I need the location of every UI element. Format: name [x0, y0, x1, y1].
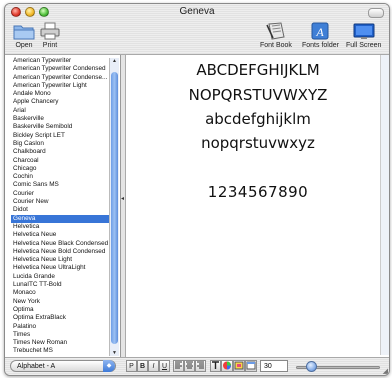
font-list-item[interactable]: Times New Roman — [11, 339, 110, 347]
toolbar-toggle-button[interactable] — [368, 8, 384, 18]
font-list-panel: American Typewriter American Typewriter C… — [5, 55, 121, 357]
font-list-item[interactable]: Trebuchet MS — [11, 347, 110, 355]
font-list-item[interactable]: Monaco — [11, 289, 110, 297]
align-left-button[interactable] — [173, 360, 184, 372]
font-list-item[interactable]: LunaITC TT-Bold — [11, 281, 110, 289]
font-list-scroll-thumb[interactable] — [111, 72, 118, 344]
font-list-item[interactable]: Optima ExtraBlack — [11, 314, 110, 322]
font-list-item[interactable]: Helvetica — [11, 223, 110, 231]
text-color-button[interactable] — [221, 360, 233, 372]
svg-text:A: A — [316, 25, 325, 39]
font-list-item[interactable]: Didot — [11, 206, 110, 214]
preview-scrollbar[interactable] — [380, 55, 389, 355]
font-list-item[interactable]: Baskerville — [11, 115, 110, 123]
font-book-button[interactable]: Font Book — [260, 22, 292, 49]
font-list-item[interactable]: Charcoal — [11, 157, 110, 165]
font-list-scrollbar[interactable]: ▲ ▼ — [109, 58, 119, 356]
align-center-icon — [186, 361, 193, 369]
bottom-bar: Alphabet - A ◆ P B I U 30 ◢ — [5, 357, 389, 375]
sort-popup[interactable]: Alphabet - A ◆ — [10, 360, 116, 372]
scroll-down-icon[interactable]: ▼ — [111, 350, 118, 356]
font-list-item[interactable]: Helvetica Neue Black Condensed — [11, 240, 110, 248]
font-list-item[interactable]: Chicago — [11, 165, 110, 173]
preview-uppercase-2: NOPQRSTUVWXYZ — [188, 86, 328, 104]
font-list-item[interactable]: Courier New — [11, 198, 110, 206]
folder-icon — [13, 25, 35, 40]
font-list-item[interactable]: Times — [11, 331, 110, 339]
font-list-item[interactable]: Chalkboard — [11, 148, 110, 156]
fonts-folder-label: Fonts folder — [302, 42, 339, 49]
print-button[interactable]: Print — [39, 22, 61, 49]
italic-button[interactable]: I — [148, 360, 159, 372]
background-color-button[interactable] — [233, 360, 245, 372]
font-list-item[interactable]: Bickley Script LET — [11, 132, 110, 140]
align-left-icon — [175, 361, 182, 369]
font-list-item[interactable]: Cochin — [11, 173, 110, 181]
font-book-label: Font Book — [260, 42, 292, 49]
font-list-item[interactable]: Andale Mono — [11, 90, 110, 98]
font-list-item[interactable]: Helvetica Neue Light — [11, 256, 110, 264]
preview-digits: 1234567890 — [207, 183, 309, 201]
font-list-item[interactable]: Palatino — [11, 323, 110, 331]
preview-uppercase-1: ABCDEFGHIJKLM — [196, 61, 320, 79]
preview-mode-button[interactable] — [245, 360, 257, 372]
underline-button[interactable]: U — [159, 360, 170, 372]
font-list-item[interactable]: American Typewriter — [11, 57, 110, 65]
font-list-item[interactable]: Optima — [11, 306, 110, 314]
preview-lowercase-2: nopqrstuvwxyz — [201, 134, 315, 152]
font-list-item[interactable]: New York — [11, 298, 110, 306]
font-list-item[interactable]: Helvetica Neue Bold Condensed — [11, 248, 110, 256]
font-preview: ABCDEFGHIJKLM NOPQRSTUVWXYZ abcdefghijkl… — [125, 55, 389, 357]
font-list-item[interactable]: American Typewriter Condensed — [11, 65, 110, 73]
open-label: Open — [15, 42, 33, 49]
align-right-button[interactable] — [195, 360, 206, 372]
preview-lowercase-1: abcdefghijklm — [205, 110, 311, 128]
font-list-item[interactable]: Comic Sans MS — [11, 181, 110, 189]
align-center-button[interactable] — [184, 360, 195, 372]
font-list-item[interactable]: Helvetica Neue — [11, 231, 110, 239]
full-screen-icon — [353, 23, 375, 39]
full-screen-label: Full Screen — [346, 42, 382, 49]
font-list-item[interactable]: Geneva — [11, 214, 110, 223]
font-list-item[interactable]: American Typewriter Light — [11, 82, 110, 90]
font-book-icon — [266, 22, 285, 40]
text-tool-icon — [212, 361, 219, 369]
font-list-item[interactable]: Apple Chancery — [11, 98, 110, 106]
text-tool-button[interactable] — [210, 360, 221, 372]
bold-button[interactable]: B — [137, 360, 148, 372]
font-list-item[interactable]: American Typewriter Condense... — [11, 74, 110, 82]
font-list-item[interactable]: Arial — [11, 107, 110, 115]
app-window: Geneva Open Print Font Book A Fonts fold… — [4, 3, 390, 376]
sort-popup-value: Alphabet - A — [17, 363, 56, 370]
font-size-slider-knob[interactable] — [306, 361, 318, 372]
printer-icon — [40, 22, 60, 40]
font-list[interactable]: American Typewriter American Typewriter C… — [11, 57, 110, 356]
font-list-item[interactable]: Lucida Grande — [11, 273, 110, 281]
print-label: Print — [42, 42, 58, 49]
font-size-field[interactable]: 30 — [260, 360, 288, 372]
full-screen-button[interactable]: Full Screen — [346, 22, 381, 49]
font-list-item[interactable]: Courier — [11, 190, 110, 198]
color-swatch-icon — [234, 361, 244, 370]
fonts-folder-button[interactable]: A Fonts folder — [302, 22, 339, 49]
font-list-item[interactable]: Big Caslon — [11, 140, 110, 148]
plain-button[interactable]: P — [126, 360, 137, 372]
color-wheel-icon — [223, 361, 231, 370]
toolbar: Geneva Open Print Font Book A Fonts fold… — [5, 4, 389, 55]
popup-arrows-icon: ◆ — [103, 360, 115, 372]
window-title: Geneva — [179, 6, 215, 17]
align-right-icon — [197, 361, 204, 369]
font-list-item[interactable]: Baskerville Semibold — [11, 123, 110, 131]
resize-grip-icon[interactable]: ◢ — [383, 367, 388, 375]
window-icon — [246, 361, 256, 370]
open-button[interactable]: Open — [13, 22, 35, 49]
font-list-item[interactable]: Helvetica Neue UltraLight — [11, 264, 110, 272]
scroll-up-icon[interactable]: ▲ — [111, 58, 118, 64]
divider-grip-icon: ◂ — [121, 196, 125, 202]
fonts-folder-icon: A — [311, 22, 329, 40]
